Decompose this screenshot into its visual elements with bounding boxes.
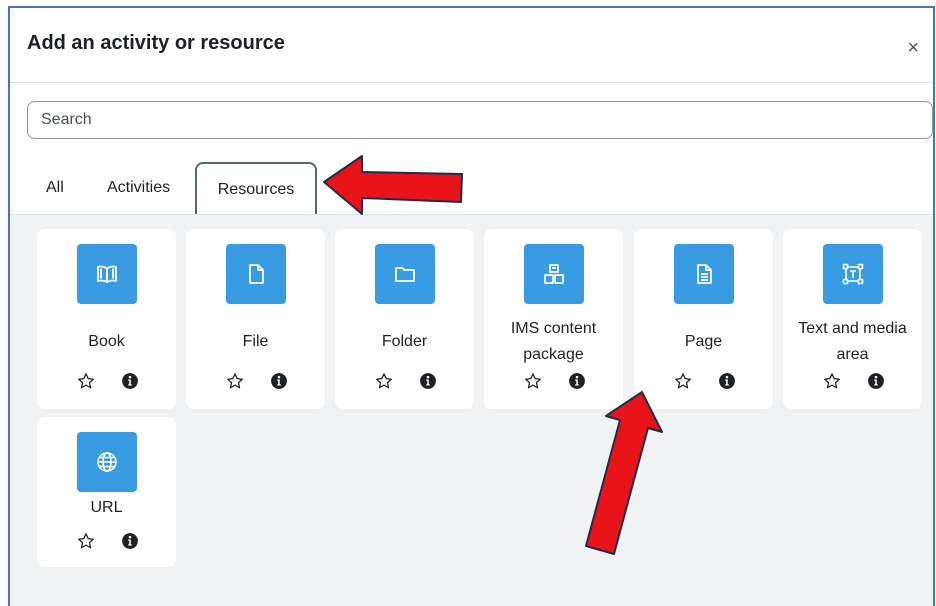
card-actions xyxy=(186,372,325,396)
modal-header: Add an activity or resource × xyxy=(10,8,933,83)
star-icon[interactable] xyxy=(77,372,95,390)
card-label: Folder xyxy=(381,333,428,350)
search-input[interactable] xyxy=(27,101,933,139)
resources-grid: Book File Folder IMS content package Pag… xyxy=(10,214,933,606)
star-icon[interactable] xyxy=(524,372,542,390)
info-icon[interactable] xyxy=(568,372,586,390)
modal-title: Add an activity or resource xyxy=(27,32,285,54)
card-label: Page xyxy=(684,333,723,350)
star-icon[interactable] xyxy=(823,372,841,390)
info-icon[interactable] xyxy=(121,372,139,390)
card-label: Text and media area xyxy=(798,320,907,363)
card-actions xyxy=(37,532,176,556)
card-actions xyxy=(335,372,474,396)
card-book[interactable]: Book xyxy=(37,229,176,409)
file-icon xyxy=(226,244,286,304)
card-file[interactable]: File xyxy=(186,229,325,409)
tab-resources-label: Resources xyxy=(217,181,295,198)
card-label: URL xyxy=(90,499,123,516)
folder-icon xyxy=(375,244,435,304)
tab-resources[interactable]: Resources xyxy=(195,162,317,214)
card-actions xyxy=(634,372,773,396)
close-button[interactable]: × xyxy=(907,38,919,58)
card-page[interactable]: Page xyxy=(634,229,773,409)
card-actions xyxy=(37,372,176,396)
card-text-and-media-area[interactable]: Text and media area xyxy=(783,229,922,409)
book-icon xyxy=(77,244,137,304)
page-icon xyxy=(674,244,734,304)
info-icon[interactable] xyxy=(867,372,885,390)
tab-all[interactable]: All xyxy=(46,156,64,214)
text-media-icon xyxy=(823,244,883,304)
star-icon[interactable] xyxy=(674,372,692,390)
globe-icon xyxy=(77,432,137,492)
card-label: IMS content package xyxy=(510,320,597,363)
card-ims-content-package[interactable]: IMS content package xyxy=(484,229,623,409)
tab-activities[interactable]: Activities xyxy=(107,156,170,214)
card-actions xyxy=(484,372,623,396)
card-actions xyxy=(783,372,922,396)
card-folder[interactable]: Folder xyxy=(335,229,474,409)
star-icon[interactable] xyxy=(77,532,95,550)
info-icon[interactable] xyxy=(270,372,288,390)
card-label: File xyxy=(242,333,269,350)
tab-bar: All Activities Resources xyxy=(10,156,933,214)
info-icon[interactable] xyxy=(419,372,437,390)
activity-chooser-modal: Add an activity or resource × All Activi… xyxy=(8,6,935,606)
package-icon xyxy=(524,244,584,304)
info-icon[interactable] xyxy=(718,372,736,390)
card-url[interactable]: URL xyxy=(37,417,176,567)
star-icon[interactable] xyxy=(226,372,244,390)
card-label: Book xyxy=(88,333,125,350)
info-icon[interactable] xyxy=(121,532,139,550)
star-icon[interactable] xyxy=(375,372,393,390)
